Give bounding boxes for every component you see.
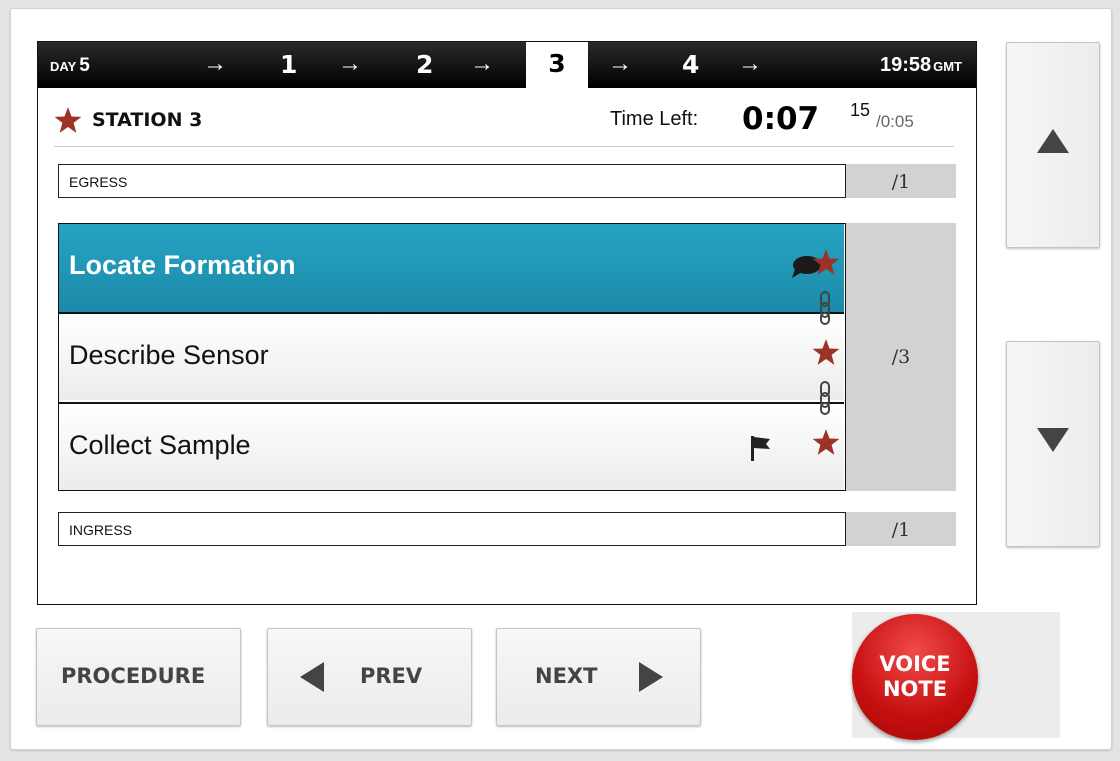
scroll-down-button[interactable] <box>1006 341 1100 547</box>
triangle-down-icon <box>1037 428 1069 452</box>
clock-zone: GMT <box>933 59 962 74</box>
task-label: Collect Sample <box>69 430 251 460</box>
star-icon[interactable] <box>812 338 840 366</box>
prev-label: PREV <box>360 664 423 688</box>
voice-note-area: VOICE NOTE <box>852 612 1060 740</box>
step-1[interactable]: 1 <box>280 50 297 80</box>
day-label: DAY <box>50 59 77 74</box>
time-left-seconds: 15 <box>850 100 871 120</box>
station-panel: DAY 5 → 1 → 2 → 3 → 4 → 19:58 GMT STATION … <box>37 41 977 605</box>
task-describe-sensor[interactable]: Describe Sensor <box>59 312 844 400</box>
egress-bar[interactable]: EGRESS <box>58 164 846 198</box>
step-2[interactable]: 2 <box>416 50 433 80</box>
task-collect-sample[interactable]: Collect Sample <box>59 402 844 490</box>
timeline-bar: DAY 5 → 1 → 2 → 3 → 4 → 19:58 GMT <box>38 42 976 88</box>
star-icon[interactable] <box>812 428 840 456</box>
triangle-right-icon <box>639 662 663 692</box>
time-left-label: Time Left: <box>610 108 699 130</box>
day-number: 5 <box>79 55 90 76</box>
task-locate-formation[interactable]: Locate Formation <box>59 224 844 312</box>
ingress-count: /1 <box>846 512 956 546</box>
prev-button[interactable]: PREV <box>267 628 472 726</box>
clock-time: 19:58 <box>879 54 932 76</box>
star-icon[interactable] <box>812 248 840 276</box>
next-label: NEXT <box>535 664 598 688</box>
procedure-label: PROCEDURE <box>61 664 206 688</box>
arrow-icon: → <box>470 50 494 77</box>
voice-label-line2: NOTE <box>882 677 948 701</box>
triangle-up-icon <box>1037 129 1069 153</box>
triangle-left-icon <box>300 662 324 692</box>
arrow-icon: → <box>338 50 362 77</box>
step-3-active[interactable]: 3 <box>526 42 588 88</box>
chain-link-icon <box>820 291 830 325</box>
procedure-button[interactable]: PROCEDURE <box>36 628 241 726</box>
voice-label-line1: VOICE <box>879 652 951 676</box>
egress-count: /1 <box>846 164 956 198</box>
day-indicator: DAY 5 <box>50 55 90 77</box>
chain-link-icon <box>820 381 830 415</box>
task-count: /3 <box>846 223 956 491</box>
station-header: STATION 3 Time Left: 0:07 15 /0:05 <box>54 100 954 147</box>
scroll-up-button[interactable] <box>1006 42 1100 248</box>
next-button[interactable]: NEXT <box>496 628 701 726</box>
station-title: STATION 3 <box>92 109 203 131</box>
time-total: /0:05 <box>876 112 914 131</box>
task-list: Locate Formation Describe Sensor Collect… <box>58 223 846 491</box>
flag-icon[interactable] <box>749 434 773 462</box>
clock: 19:58 GMT <box>880 54 962 77</box>
ingress-bar[interactable]: INGRESS <box>58 512 846 546</box>
star-icon <box>54 107 82 133</box>
step-4[interactable]: 4 <box>682 50 699 80</box>
arrow-icon: → <box>738 50 762 77</box>
task-label: Describe Sensor <box>69 340 269 370</box>
arrow-icon: → <box>608 50 632 77</box>
task-label: Locate Formation <box>69 250 296 280</box>
voice-note-button[interactable]: VOICE NOTE <box>852 614 978 740</box>
arrow-icon: → <box>203 50 227 77</box>
time-left-value: 0:07 <box>742 101 820 137</box>
